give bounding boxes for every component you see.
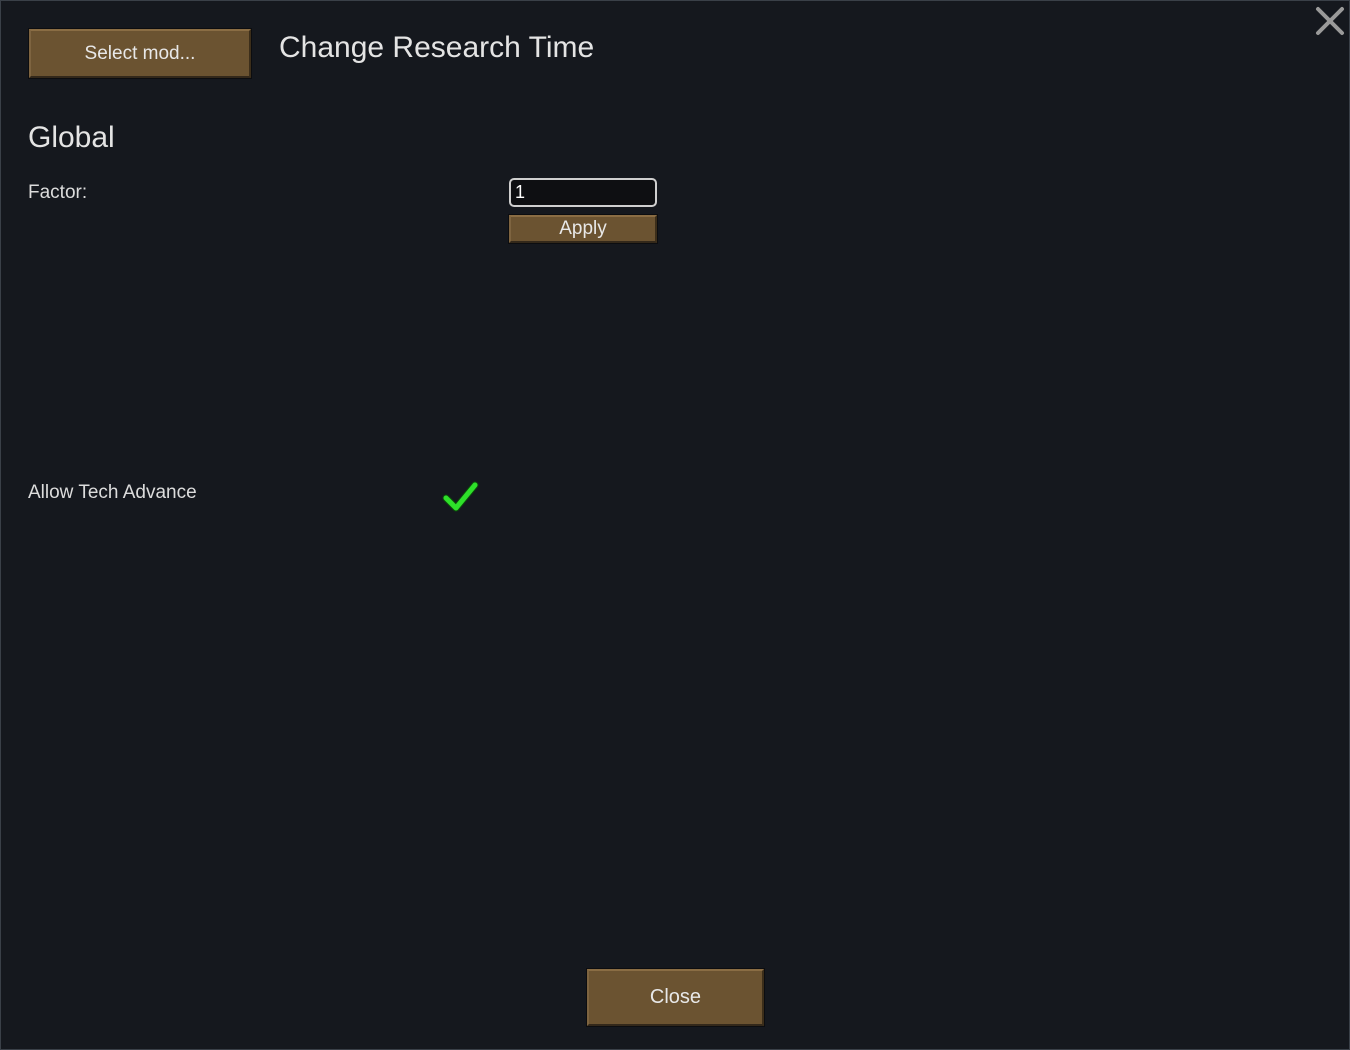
- checkmark-icon[interactable]: [441, 479, 479, 513]
- close-icon[interactable]: [1314, 5, 1346, 37]
- dialog-window: Select mod... Change Research Time Globa…: [0, 0, 1350, 1050]
- close-button[interactable]: Close: [587, 969, 764, 1026]
- factor-label: Factor:: [28, 182, 88, 203]
- section-title-global: Global: [28, 121, 115, 154]
- select-mod-button[interactable]: Select mod...: [29, 29, 251, 78]
- dialog-title: Change Research Time: [279, 31, 595, 64]
- apply-button[interactable]: Apply: [509, 215, 657, 243]
- factor-input[interactable]: [509, 178, 657, 207]
- allow-tech-advance-label: Allow Tech Advance: [28, 482, 197, 503]
